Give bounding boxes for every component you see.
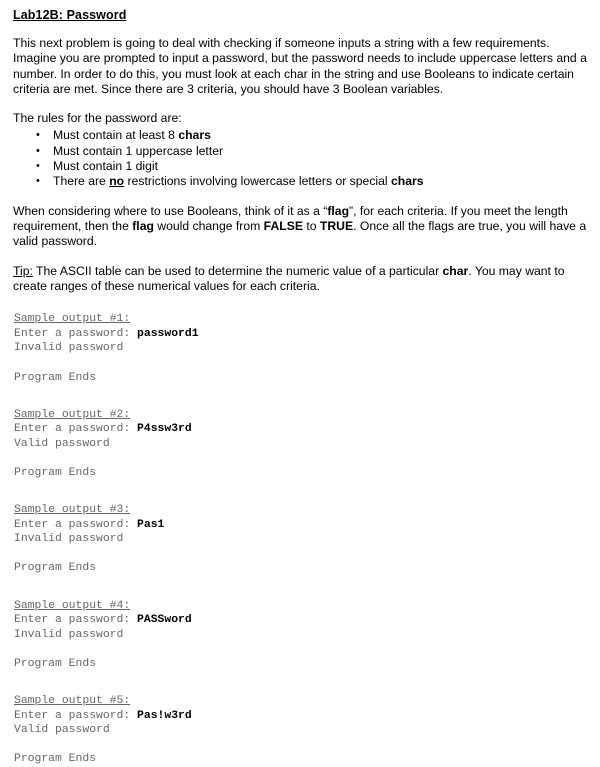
- flag-paragraph: When considering where to use Booleans, …: [13, 204, 587, 250]
- list-item: • Must contain at least 8 chars: [13, 128, 587, 143]
- sample-user-input: Pas!w3rd: [137, 709, 192, 722]
- sample-heading: Sample output #4:: [14, 599, 131, 612]
- bullet-icon: •: [36, 175, 40, 188]
- sample-output-block: Sample output #3: Enter a password: Pas1…: [13, 499, 587, 576]
- sample-heading: Sample output #5:: [14, 695, 131, 708]
- page-title-row: Lab12B: Password: [13, 6, 587, 24]
- false-keyword: FALSE: [263, 218, 303, 233]
- sample-prompt: Enter a password:: [14, 614, 138, 627]
- sample-prompt: Enter a password:: [14, 709, 138, 722]
- sample-result: Valid password: [14, 437, 110, 450]
- sample-prompt: Enter a password:: [14, 518, 138, 531]
- sample-program-end: Program Ends: [14, 753, 97, 766]
- list-item: • Must contain 1 uppercase letter: [13, 144, 587, 159]
- sample-prompt-line: Enter a password: password1: [14, 327, 587, 342]
- sample-result: Invalid password: [14, 628, 124, 641]
- sample-blank-line: [13, 642, 587, 657]
- page-title: Lab12B: Password: [13, 8, 127, 22]
- sample-blank-line: [13, 738, 587, 753]
- sample-prompt-line: Enter a password: Pas!w3rd: [14, 709, 587, 724]
- sample-heading: Sample output #3:: [14, 504, 131, 517]
- sample-heading: Sample output #2:: [14, 408, 131, 421]
- sample-prompt: Enter a password:: [14, 327, 138, 340]
- rule-text-emphasis: no: [109, 174, 125, 189]
- sample-user-input: PASSword: [137, 614, 192, 627]
- rule-text-bold: chars: [178, 128, 211, 143]
- sample-program-end: Program Ends: [14, 467, 97, 479]
- sample-user-input: Pas1: [137, 518, 165, 531]
- document-page: Lab12B: Password This next problem is go…: [0, 0, 600, 767]
- list-item: • There are no restrictions involving low…: [13, 174, 587, 189]
- sample-program-end: Program Ends: [14, 371, 97, 384]
- sample-result: Valid password: [14, 724, 110, 737]
- rule-text-suffix: restrictions involving lowercase letters…: [124, 174, 392, 189]
- rules-list: • Must contain at least 8 chars • Must con…: [13, 128, 587, 189]
- sample-output-block: Sample output #2: Enter a password: P4ss…: [13, 404, 587, 481]
- sample-blank-line: [13, 451, 587, 466]
- sample-prompt-line: Enter a password: Pas1: [14, 518, 587, 533]
- rules-heading: The rules for the password are:: [13, 111, 182, 126]
- sample-output-block: Sample output #5: Enter a password: Pas!…: [13, 690, 587, 767]
- sample-result: Invalid password: [14, 342, 124, 355]
- sample-heading: Sample output #1:: [14, 313, 131, 326]
- sample-user-input: password1: [137, 327, 199, 340]
- rule-text-prefix: Must contain 1 uppercase letter: [53, 143, 224, 158]
- flag-part-4: to: [302, 218, 320, 233]
- flag-word-1: flag: [327, 203, 350, 218]
- tip-paragraph: Tip: The ASCII table can be used to dete…: [13, 264, 587, 295]
- sample-blank-line: [13, 356, 587, 371]
- rule-text-suffix-bold: chars: [391, 174, 424, 189]
- rule-text-prefix: Must contain at least 8: [53, 128, 179, 143]
- bullet-icon: •: [36, 160, 40, 173]
- sample-prompt-line: Enter a password: PASSword: [14, 613, 587, 628]
- sample-result: Invalid password: [14, 533, 124, 546]
- sample-prompt-line: Enter a password: P4ssw3rd: [14, 422, 587, 437]
- sample-program-end: Program Ends: [14, 562, 97, 575]
- bullet-icon: •: [36, 129, 40, 142]
- intro-paragraph: This next problem is going to deal with …: [13, 36, 587, 96]
- true-keyword: TRUE: [319, 218, 354, 233]
- sample-user-input: P4ssw3rd: [137, 423, 192, 436]
- char-keyword: char: [442, 263, 469, 278]
- list-item: • Must contain 1 digit: [13, 159, 587, 174]
- flag-part-3: would change from: [153, 218, 264, 233]
- bullet-icon: •: [36, 144, 40, 157]
- rule-text-prefix: Must contain 1 digit: [53, 159, 159, 174]
- tip-part-1: The ASCII table can be used to determine…: [32, 263, 443, 278]
- sample-output-block: Sample output #4: Enter a password: PASS…: [13, 595, 587, 672]
- flag-part-1: When considering where to use Booleans, …: [13, 203, 328, 218]
- sample-output-block: Sample output #1: Enter a password: pass…: [13, 308, 587, 385]
- tip-label: Tip:: [13, 263, 33, 278]
- sample-program-end: Program Ends: [14, 657, 97, 670]
- sample-blank-line: [13, 547, 587, 562]
- sample-prompt: Enter a password:: [14, 423, 138, 436]
- flag-word-2: flag: [132, 218, 154, 233]
- rule-text-prefix: There are: [53, 174, 110, 189]
